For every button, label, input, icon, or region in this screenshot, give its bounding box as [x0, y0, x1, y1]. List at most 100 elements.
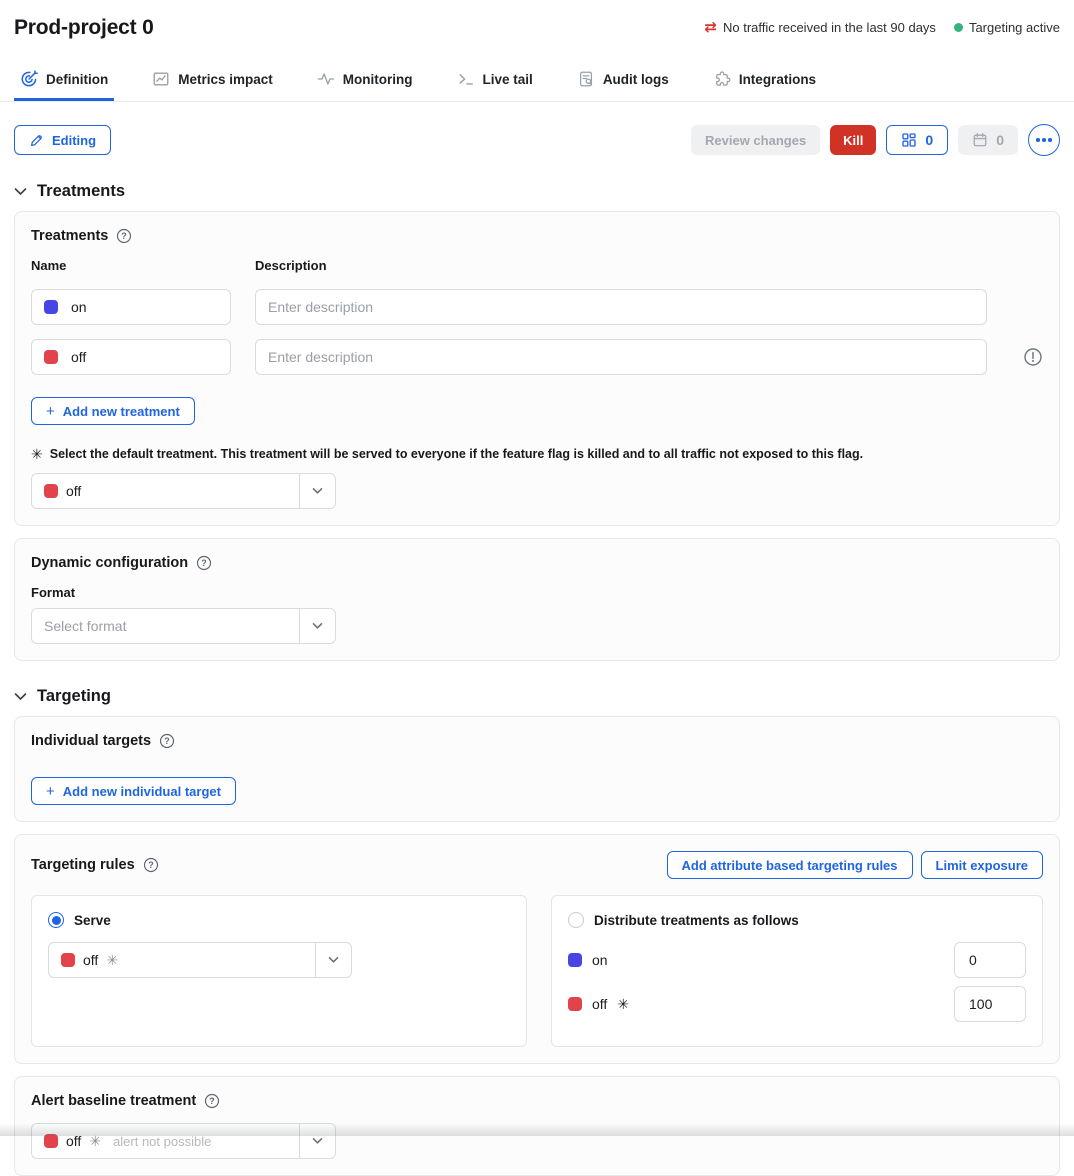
- targeting-rules-title: Targeting rules: [31, 857, 135, 873]
- chart-icon: [152, 70, 170, 88]
- add-attribute-rules-label: Add attribute based targeting rules: [682, 858, 898, 873]
- status-group: ⇄ No traffic received in the last 90 day…: [704, 20, 1060, 35]
- targeting-heading: Targeting: [37, 687, 111, 706]
- distribute-radio-row[interactable]: Distribute treatments as follows: [568, 912, 1026, 928]
- limit-exposure-button[interactable]: Limit exposure: [921, 851, 1043, 879]
- chevron-down-icon: [299, 1124, 335, 1158]
- alert-baseline-value: off: [66, 1133, 81, 1149]
- chevron-down-icon: [14, 187, 27, 196]
- treatment-name-field[interactable]: [58, 299, 218, 315]
- tab-bar: Definition Metrics impact Monitoring Liv…: [0, 66, 1074, 102]
- add-new-treatment-button[interactable]: + Add new treatment: [31, 397, 195, 425]
- help-icon[interactable]: ?: [204, 1093, 220, 1109]
- review-changes-button[interactable]: Review changes: [691, 125, 820, 155]
- treatment-color-swatch: [568, 953, 582, 967]
- serve-panel: Serve off ✳: [31, 895, 527, 1047]
- toolbar-right: Review changes Kill 0: [691, 124, 1060, 156]
- treatment-name-field[interactable]: [58, 349, 218, 365]
- add-individual-target-button[interactable]: + Add new individual target: [31, 777, 236, 805]
- versions-button[interactable]: 0: [886, 125, 948, 155]
- treatment-color-swatch: [44, 300, 58, 314]
- svg-text:?: ?: [164, 736, 169, 746]
- treatment-row-on: [31, 289, 1043, 325]
- tab-monitoring[interactable]: Monitoring: [311, 66, 419, 101]
- treatment-description-input[interactable]: [255, 289, 987, 325]
- pulse-icon: [317, 70, 335, 88]
- calendar-icon: [972, 132, 988, 148]
- ellipsis-icon: [1036, 138, 1040, 142]
- targeting-section-header[interactable]: Targeting: [14, 687, 1060, 706]
- kill-label: Kill: [843, 133, 863, 148]
- plus-icon: +: [46, 403, 55, 420]
- page-header: Prod-project 0 ⇄ No traffic received in …: [0, 0, 1074, 40]
- format-select[interactable]: Select format: [31, 608, 336, 644]
- alert-baseline-card: Alert baseline treatment ? off ✳ alert n…: [14, 1076, 1060, 1176]
- grid-icon: [901, 132, 917, 148]
- treatment-color-swatch: [61, 953, 75, 967]
- default-note-text: Select the default treatment. This treat…: [50, 447, 863, 461]
- dynamic-configuration-card: Dynamic configuration ? Format Select fo…: [14, 538, 1060, 661]
- help-icon[interactable]: ?: [116, 228, 132, 244]
- default-asterisk-icon: ✳: [89, 1134, 101, 1148]
- target-icon: [20, 70, 38, 88]
- editing-button[interactable]: Editing: [14, 125, 111, 155]
- svg-text:?: ?: [148, 860, 153, 870]
- tab-label: Monitoring: [343, 72, 413, 87]
- treatment-description-input[interactable]: [255, 339, 987, 375]
- audit-doc-icon: [577, 70, 595, 88]
- distribute-label: Distribute treatments as follows: [594, 913, 799, 928]
- treatments-heading: Treatments: [37, 182, 125, 201]
- alert-baseline-select[interactable]: off ✳ alert not possible: [31, 1123, 336, 1159]
- add-individual-target-label: Add new individual target: [63, 784, 221, 799]
- limit-exposure-label: Limit exposure: [936, 858, 1028, 873]
- serve-radio[interactable]: [48, 912, 64, 928]
- tab-label: Integrations: [739, 72, 816, 87]
- chevron-down-icon: [299, 474, 335, 508]
- treatments-section-header[interactable]: Treatments: [14, 182, 1060, 201]
- format-label: Format: [31, 585, 1043, 600]
- tab-label: Metrics impact: [178, 72, 273, 87]
- treatment-name-input-off[interactable]: [31, 339, 231, 375]
- tab-metrics-impact[interactable]: Metrics impact: [146, 66, 279, 101]
- chevron-down-icon: [299, 609, 335, 643]
- default-asterisk-icon: ✳: [31, 447, 43, 461]
- more-actions-button[interactable]: [1028, 124, 1060, 156]
- tab-live-tail[interactable]: Live tail: [451, 66, 539, 101]
- help-icon[interactable]: ?: [159, 733, 175, 749]
- distribute-percent-input-off[interactable]: [954, 986, 1026, 1022]
- tab-label: Live tail: [483, 72, 533, 87]
- description-label: Description: [255, 258, 987, 273]
- schedule-button[interactable]: 0: [958, 125, 1018, 155]
- treatments-card: Treatments ? Name Description + Add new: [14, 211, 1060, 526]
- distribute-percent-input-on[interactable]: [954, 942, 1026, 978]
- serve-label: Serve: [74, 913, 111, 928]
- targeting-status-text: Targeting active: [969, 20, 1060, 35]
- serve-radio-row[interactable]: Serve: [48, 912, 510, 928]
- name-label: Name: [31, 258, 231, 273]
- tab-audit-logs[interactable]: Audit logs: [571, 66, 675, 101]
- individual-targets-card: Individual targets ? + Add new individua…: [14, 716, 1060, 822]
- help-icon[interactable]: ?: [196, 555, 212, 571]
- tab-integrations[interactable]: Integrations: [707, 66, 822, 101]
- default-treatment-select[interactable]: off: [31, 473, 336, 509]
- terminal-icon: [457, 70, 475, 88]
- default-treatment-note: ✳ Select the default treatment. This tre…: [31, 447, 1043, 461]
- traffic-status: ⇄ No traffic received in the last 90 day…: [704, 20, 936, 35]
- kill-button[interactable]: Kill: [830, 125, 876, 155]
- help-icon[interactable]: ?: [143, 857, 159, 873]
- schedule-count: 0: [996, 132, 1004, 148]
- dynamic-config-title: Dynamic configuration: [31, 555, 188, 571]
- traffic-status-text: No traffic received in the last 90 days: [723, 20, 936, 35]
- chevron-down-icon: [14, 692, 27, 701]
- toolbar: Editing Review changes Kill 0: [14, 124, 1060, 156]
- tab-definition[interactable]: Definition: [14, 66, 114, 101]
- plus-icon: +: [46, 783, 55, 800]
- treatment-name-input-on[interactable]: [31, 289, 231, 325]
- distribute-radio[interactable]: [568, 912, 584, 928]
- serve-treatment-select[interactable]: off ✳: [48, 942, 352, 978]
- treatments-card-title: Treatments: [31, 228, 108, 244]
- targeting-status: Targeting active: [954, 20, 1060, 35]
- distribute-row-on: on: [568, 942, 1026, 978]
- treatment-color-swatch: [44, 1134, 58, 1148]
- add-attribute-rules-button[interactable]: Add attribute based targeting rules: [667, 851, 913, 879]
